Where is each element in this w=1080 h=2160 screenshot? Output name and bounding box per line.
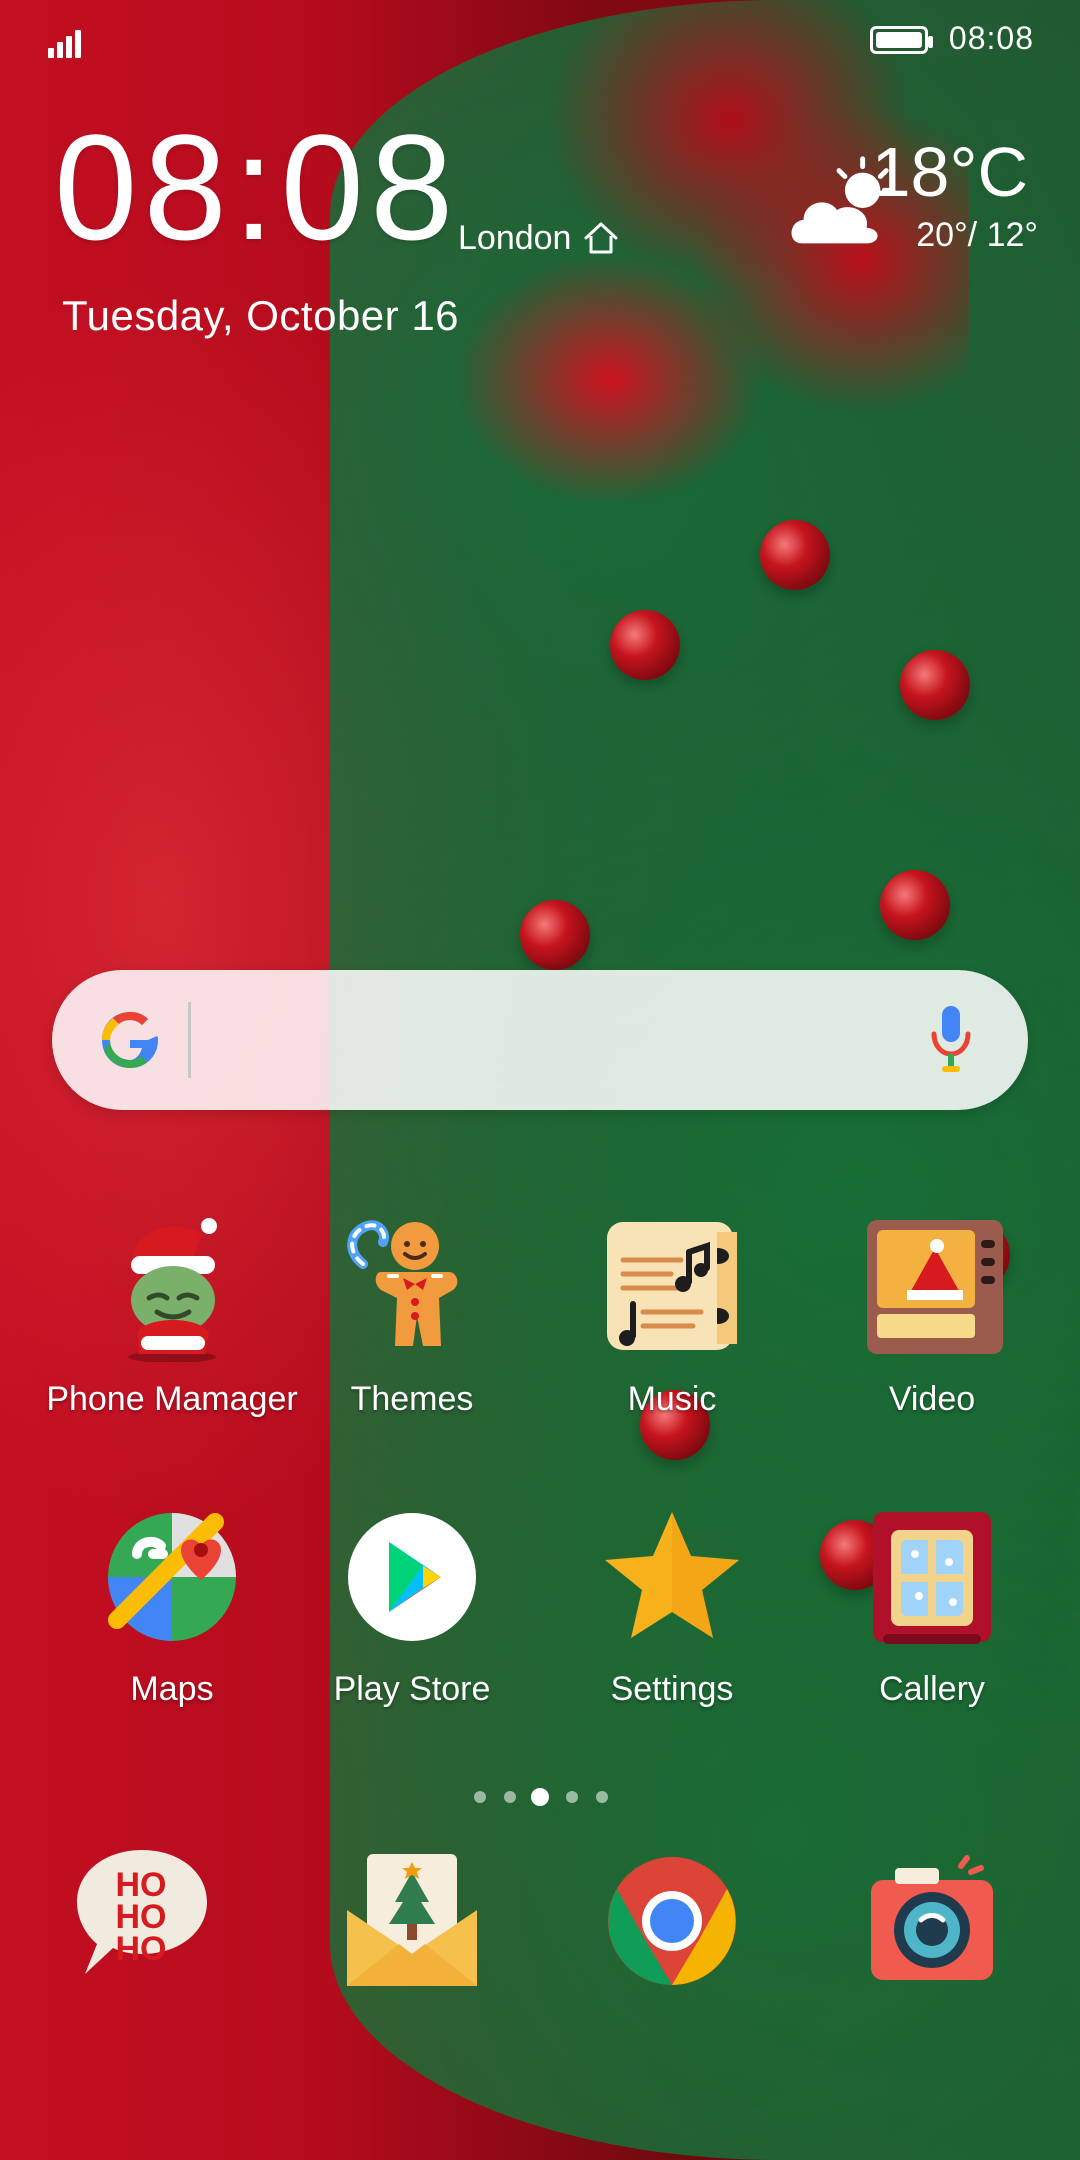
- temperature[interactable]: 18°C: [872, 132, 1028, 212]
- clock-time[interactable]: 08:08: [54, 112, 459, 262]
- clock-date[interactable]: Tuesday, October 16: [62, 292, 459, 340]
- search-input[interactable]: [212, 1002, 916, 1080]
- battery-icon: [870, 26, 933, 54]
- dock-app-chrome[interactable]: [542, 1846, 802, 1996]
- camera-icon: [857, 1846, 1007, 1996]
- page-dot[interactable]: [596, 1791, 608, 1803]
- clock-location[interactable]: London: [458, 218, 621, 258]
- location-label: London: [458, 218, 572, 257]
- dock-hohoho-line3: HO: [116, 1930, 167, 1968]
- wallpaper-bow: [410, 0, 970, 560]
- christmas-card-envelope-icon: [337, 1846, 487, 1996]
- grinch-santa-icon: [97, 1212, 247, 1363]
- page-dot[interactable]: [504, 1791, 516, 1803]
- app-label: Video: [888, 1380, 976, 1418]
- app-label: Phone Mamager: [46, 1380, 298, 1418]
- app-phone-manager[interactable]: Phone Mamager: [42, 1212, 302, 1419]
- page-dot-active[interactable]: [531, 1788, 549, 1806]
- app-label: Settings: [610, 1670, 734, 1708]
- wallpaper-berry: [880, 870, 950, 940]
- app-callery[interactable]: Callery: [802, 1502, 1062, 1709]
- gingerbread-man-icon: [337, 1212, 487, 1362]
- app-label: Themes: [350, 1380, 474, 1418]
- app-themes[interactable]: Themes: [282, 1212, 542, 1419]
- chrome-icon: [597, 1846, 747, 1996]
- video-player-icon: [857, 1212, 1007, 1362]
- wallpaper-berry: [900, 650, 970, 720]
- app-music[interactable]: Music: [542, 1212, 802, 1419]
- app-settings[interactable]: Settings: [542, 1502, 802, 1709]
- maps-icon: [97, 1502, 247, 1652]
- search-divider: [188, 1002, 191, 1078]
- star-settings-icon: [597, 1502, 747, 1652]
- dock-app-card[interactable]: [282, 1846, 542, 1996]
- page-dot[interactable]: [566, 1791, 578, 1803]
- window-gallery-icon: [857, 1502, 1007, 1652]
- app-maps[interactable]: Maps: [42, 1502, 302, 1709]
- google-search-bar[interactable]: [52, 970, 1028, 1110]
- wallpaper-berry: [520, 900, 590, 970]
- dock-app-hohoho[interactable]: HO HO HO: [12, 1846, 272, 1996]
- wallpaper-berry: [760, 520, 830, 590]
- app-label: Maps: [130, 1670, 214, 1708]
- signal-icon: [48, 24, 88, 58]
- hohoho-bubble-icon: HO HO HO: [67, 1846, 217, 1996]
- app-label: Music: [627, 1380, 717, 1418]
- wallpaper-berry: [610, 610, 680, 680]
- status-time: 08:08: [948, 20, 1034, 56]
- app-play-store[interactable]: Play Store: [282, 1502, 542, 1709]
- app-label: Play Store: [333, 1670, 491, 1708]
- app-video[interactable]: Video: [802, 1212, 1062, 1419]
- home-icon: [584, 222, 618, 254]
- page-dot[interactable]: [474, 1791, 486, 1803]
- microphone-icon[interactable]: [928, 1000, 974, 1080]
- status-bar: 08:08: [0, 0, 1080, 80]
- google-icon[interactable]: [90, 1000, 170, 1080]
- dock-app-camera[interactable]: [802, 1846, 1062, 1996]
- temperature-range: 20°/ 12°: [916, 216, 1038, 254]
- music-sheet-icon: [597, 1212, 747, 1362]
- play-store-icon: [337, 1502, 487, 1652]
- page-indicator: [0, 1782, 1080, 1812]
- app-label: Callery: [879, 1670, 985, 1708]
